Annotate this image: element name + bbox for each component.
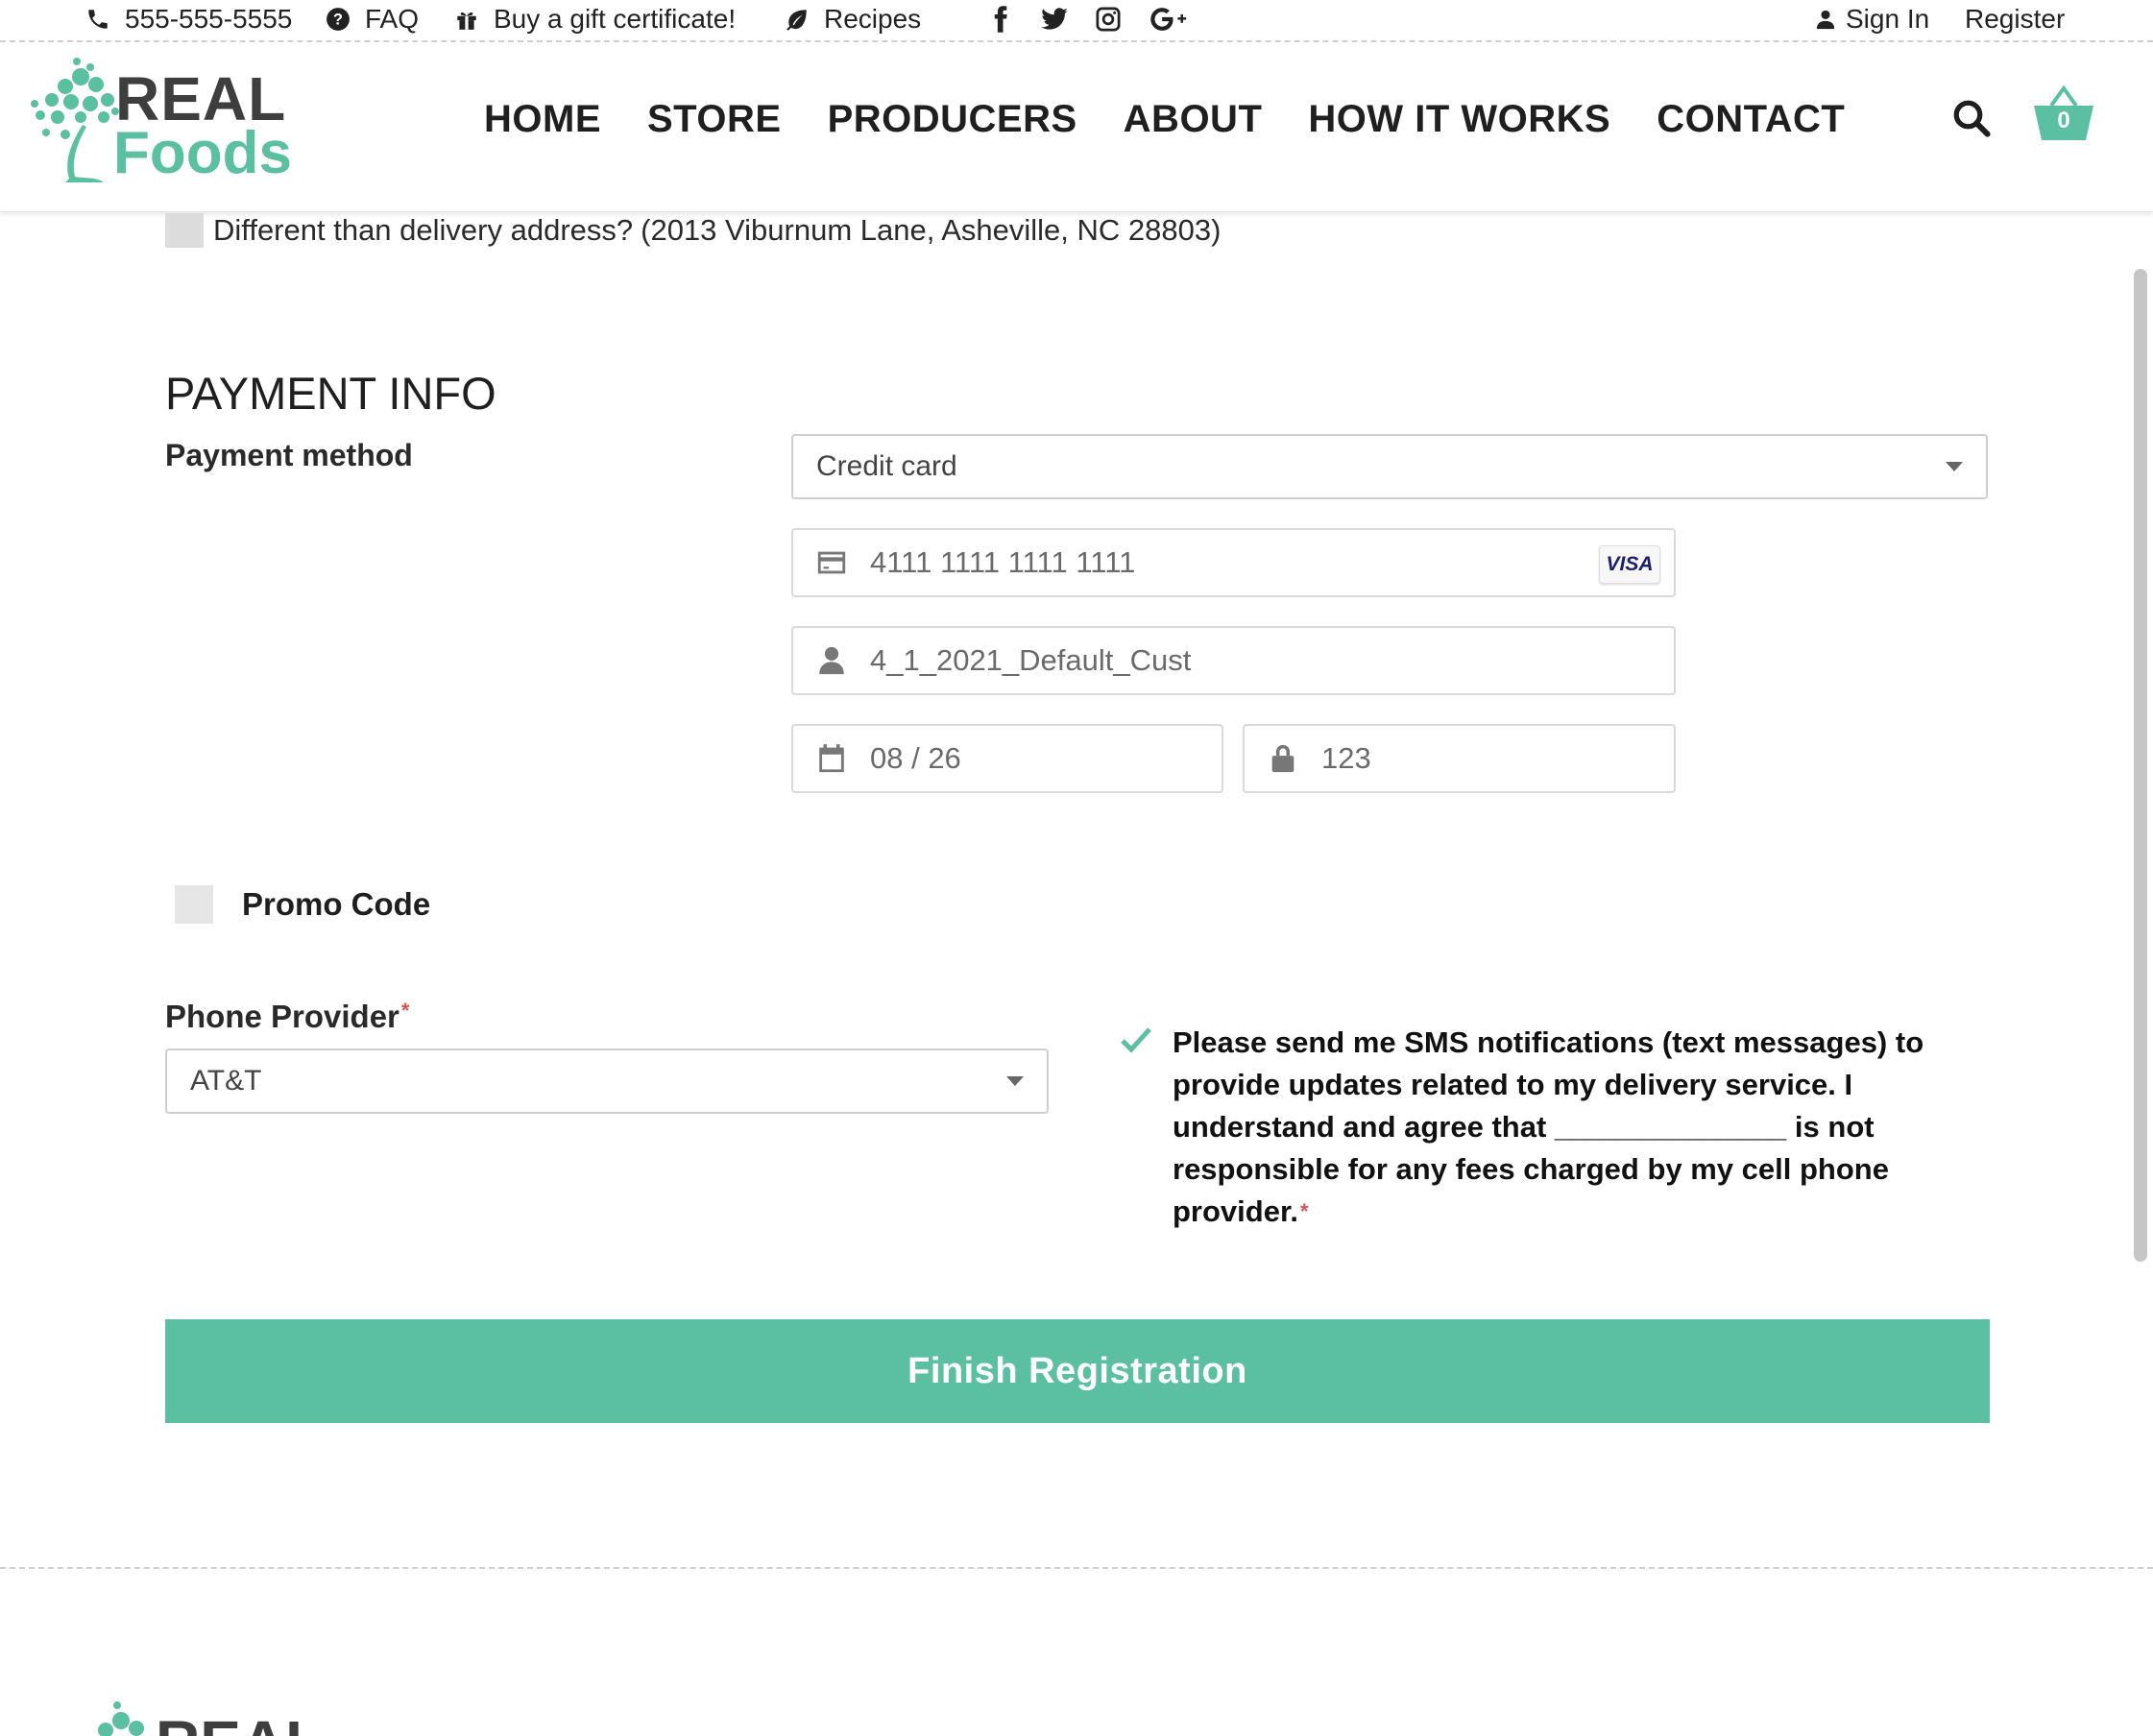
sms-consent-line: responsible for any fees charged by my c… (1173, 1152, 1889, 1186)
search-icon[interactable] (1951, 98, 1992, 138)
instagram-icon[interactable] (1093, 4, 1124, 35)
cvc-value: 123 (1321, 741, 1371, 775)
user-icon (1815, 6, 1836, 33)
sms-consent-fragment: understand and agree that (1173, 1110, 1547, 1144)
phone-link[interactable]: 555-555-5555 (85, 2, 292, 36)
sms-consent-line: Please send me SMS notifications (text m… (1173, 1025, 1924, 1059)
chevron-down-icon (1006, 1076, 1024, 1086)
cardholder-name-value: 4_1_2021_Default_Cust (870, 643, 1192, 677)
register-label: Register (1965, 4, 2066, 34)
nav-home[interactable]: HOME (484, 98, 601, 141)
footer-logo[interactable]: REAL (67, 1700, 355, 1736)
phone-provider-label-text: Phone Provider (165, 999, 399, 1034)
phone-provider-value: AT&T (190, 1065, 262, 1097)
promo-code-label: Promo Code (242, 886, 431, 922)
nav-how-it-works[interactable]: HOW IT WORKS (1308, 98, 1610, 141)
nav-about[interactable]: ABOUT (1124, 98, 1263, 141)
promo-code-row: Promo Code (175, 885, 430, 924)
user-icon (814, 643, 849, 678)
card-number-field[interactable]: 4111 1111 1111 1111 VISA (791, 528, 1676, 597)
phone-number: 555-555-5555 (125, 4, 293, 34)
gift-certificate-link[interactable]: Buy a gift certificate! (453, 2, 736, 36)
calendar-icon (814, 741, 849, 776)
sms-consent-fragment: is not (1794, 1110, 1875, 1144)
phone-icon (85, 6, 111, 33)
phone-provider-label: Phone Provider* (165, 999, 409, 1035)
google-plus-icon[interactable] (1147, 4, 1191, 35)
required-marker: * (1299, 1199, 1309, 1223)
promo-code-checkbox[interactable] (175, 885, 213, 924)
logo-text-foods: Foods (113, 120, 292, 186)
lock-icon (1266, 741, 1300, 776)
chevron-down-icon (1946, 462, 1963, 471)
leaf-icon (784, 6, 810, 33)
faq-label: FAQ (365, 4, 420, 34)
faq-link[interactable]: ? FAQ (325, 2, 419, 36)
sms-consent-fragment: provider. (1173, 1194, 1298, 1228)
question-circle-icon: ? (325, 6, 351, 33)
svg-text:?: ? (333, 11, 343, 28)
sign-in-link[interactable]: Sign In (1815, 2, 1929, 36)
delivery-address-text: (2013 Viburnum Lane, Asheville, NC 28803… (641, 213, 1222, 247)
credit-card-icon (814, 545, 849, 580)
required-marker: * (400, 999, 410, 1023)
cart-count: 0 (2057, 108, 2070, 133)
sign-in-label: Sign In (1846, 4, 1930, 34)
site-header: REAL Foods HOME STORE PRODUCERS ABOUT HO… (0, 44, 2153, 212)
footer-divider (0, 1567, 2153, 1569)
sms-consent-line: provider.* (1173, 1191, 1989, 1233)
visa-brand-badge: VISA (1599, 545, 1660, 584)
payment-info-title: PAYMENT INFO (165, 368, 496, 419)
different-address-checkbox[interactable] (165, 213, 204, 248)
top-utility-bar: 555-555-5555 ? FAQ Buy a gift certificat… (0, 0, 2153, 42)
nav-contact[interactable]: CONTACT (1657, 98, 1845, 141)
gift-icon (453, 6, 480, 33)
facebook-icon[interactable] (985, 4, 1016, 35)
main-nav: HOME STORE PRODUCERS ABOUT HOW IT WORKS … (484, 98, 1845, 141)
footer-logo-text: REAL (156, 1707, 323, 1736)
phone-provider-select[interactable]: AT&T (165, 1049, 1049, 1114)
company-blank: ______________ (1554, 1110, 1787, 1144)
different-address-row: Different than delivery address? (2013 V… (165, 211, 1221, 250)
card-number-value: 4111 1111 1111 1111 (870, 545, 1136, 579)
cart-button[interactable]: 0 (2032, 83, 2095, 144)
expiry-date-value: 08 / 26 (870, 741, 961, 775)
recipes-link[interactable]: Recipes (784, 2, 921, 36)
finish-registration-button[interactable]: Finish Registration (165, 1319, 1990, 1423)
expiry-date-field[interactable]: 08 / 26 (791, 724, 1223, 793)
nav-producers[interactable]: PRODUCERS (828, 98, 1077, 141)
cardholder-name-field[interactable]: 4_1_2021_Default_Cust (791, 626, 1676, 695)
sms-consent-checkbox[interactable] (1120, 1025, 1152, 1054)
payment-method-value: Credit card (816, 450, 957, 482)
site-logo[interactable]: REAL Foods (27, 56, 292, 190)
recipes-label: Recipes (824, 4, 922, 34)
gift-label: Buy a gift certificate! (494, 4, 737, 34)
sms-consent-line: provide updates related to my delivery s… (1173, 1068, 1853, 1101)
sms-consent-text: Please send me SMS notifications (text m… (1173, 1022, 1989, 1233)
payment-method-label: Payment method (165, 438, 413, 472)
different-address-label: Different than delivery address? (213, 213, 634, 247)
register-link[interactable]: Register (1965, 2, 2065, 36)
social-links (985, 4, 1191, 35)
checkmark-icon (1121, 1027, 1151, 1053)
sms-consent-line: understand and agree that ______________… (1173, 1106, 1989, 1148)
payment-method-select[interactable]: Credit card (791, 434, 1988, 499)
nav-store[interactable]: STORE (647, 98, 782, 141)
cvc-field[interactable]: 123 (1243, 724, 1676, 793)
page-scrollbar[interactable] (2134, 269, 2147, 1262)
twitter-icon[interactable] (1039, 4, 1070, 35)
